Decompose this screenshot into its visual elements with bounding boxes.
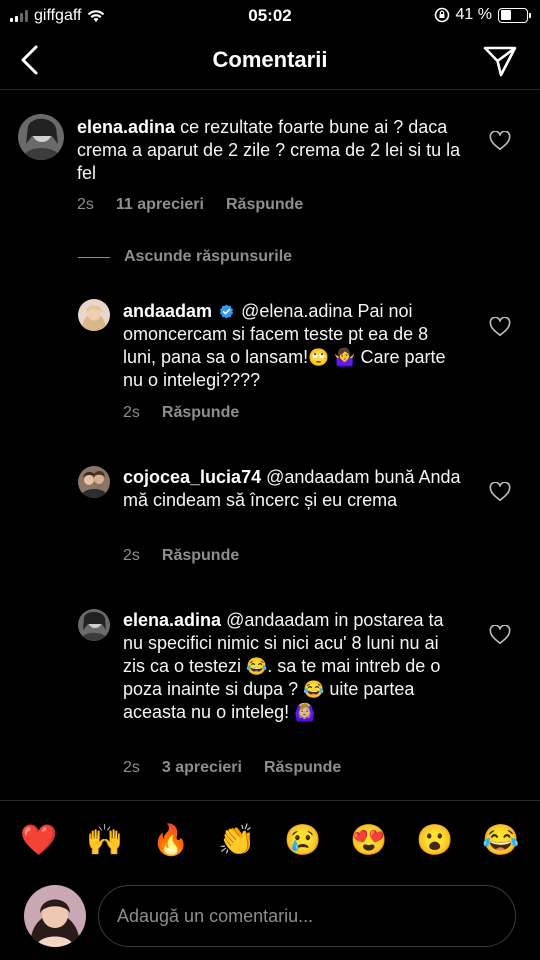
avatar[interactable] [78, 466, 110, 498]
quick-emoji-bar: ❤️ 🙌 🔥 👏 😢 😍 😮 😂 [0, 818, 540, 864]
reply-time: 2s [123, 404, 140, 421]
reply-text: elena.adina @andaadam in postarea ta nu … [123, 609, 463, 724]
reply-text: andaadam @elena.adina Pai noi omoncercam… [123, 300, 463, 392]
crying-face-emoji-button[interactable]: 😢 [280, 818, 326, 864]
battery-percent: 41 % [455, 6, 492, 23]
avatar[interactable] [78, 609, 110, 641]
comment-time: 2s [77, 196, 94, 213]
verified-badge-icon [219, 304, 234, 319]
face-with-tears-of-joy-emoji: 😂 [246, 657, 268, 676]
comment-likes[interactable]: 11 aprecieri [116, 196, 204, 214]
heart-outline-icon[interactable] [489, 625, 511, 645]
reply-button[interactable]: Răspunde [162, 547, 239, 565]
reply-meta: 2s Răspunde [123, 547, 239, 565]
heart-eyes-emoji-button[interactable]: 😍 [346, 818, 392, 864]
hide-replies-label: Ascunde răspunsurile [124, 248, 293, 265]
avatar[interactable] [78, 299, 110, 331]
woman-shrugging-emoji: 🤷‍♀️ [334, 348, 356, 367]
reply-text: cojocea_lucia74 @andaadam bună Anda mă c… [123, 466, 463, 512]
face-with-tears-of-joy-emoji: 😂 [303, 680, 325, 699]
open-mouth-emoji-button[interactable]: 😮 [412, 818, 458, 864]
avatar-photo [18, 114, 64, 160]
avatar-photo [24, 885, 86, 947]
tears-of-joy-emoji-button[interactable]: 😂 [478, 818, 524, 864]
battery-fill [500, 10, 511, 20]
comment-input[interactable] [98, 885, 516, 947]
avatar-photo [78, 609, 110, 641]
raising-hands-emoji-button[interactable]: 🙌 [82, 818, 128, 864]
divider-line [78, 256, 110, 258]
reply-likes[interactable]: 3 aprecieri [162, 759, 242, 777]
paper-plane-icon[interactable] [482, 44, 518, 78]
comment-meta: 2s 11 aprecieri Răspunde [77, 196, 303, 214]
battery-icon [498, 7, 531, 23]
clapping-hands-emoji-button[interactable]: 👏 [214, 818, 260, 864]
red-heart-emoji-button[interactable]: ❤️ [16, 818, 62, 864]
divider [0, 800, 540, 801]
heart-outline-icon[interactable] [489, 131, 511, 151]
reply-username[interactable]: cojocea_lucia74 [123, 467, 261, 487]
avatar-photo [78, 299, 110, 331]
reply-meta: 2s 3 aprecieri Răspunde [123, 759, 341, 777]
reply-button[interactable]: Răspunde [162, 404, 239, 422]
heart-outline-icon[interactable] [489, 482, 511, 502]
reply-username[interactable]: elena.adina [123, 610, 221, 630]
hide-replies-toggle[interactable]: Ascunde răspunsurile [78, 248, 292, 266]
orientation-lock-icon [434, 7, 449, 23]
reply-time: 2s [123, 547, 140, 564]
reply-meta: 2s Răspunde [123, 404, 239, 422]
reply-button[interactable]: Răspunde [226, 196, 303, 214]
reply-username[interactable]: andaadam [123, 301, 212, 321]
page-title: Comentarii [212, 47, 328, 72]
comment-text: elena.adina ce rezultate foarte bune ai … [77, 116, 477, 185]
avatar[interactable] [18, 114, 64, 160]
fire-emoji-button[interactable]: 🔥 [148, 818, 194, 864]
reply-mention[interactable]: @andaadam [266, 467, 369, 487]
comments-list[interactable]: elena.adina ce rezultate foarte bune ai … [0, 90, 540, 800]
header: Comentarii [0, 32, 540, 90]
reply-mention[interactable]: @elena.adina [241, 301, 352, 321]
reply-time: 2s [123, 759, 140, 776]
person-gesturing-ok-emoji: 🙆🏼‍♀️ [294, 703, 316, 722]
comment-username[interactable]: elena.adina [77, 117, 175, 137]
reply-button[interactable]: Răspunde [264, 759, 341, 777]
face-with-rolling-eyes-emoji: 🙄 [308, 348, 330, 367]
status-bar: giffgaff 05:02 41 % [0, 0, 540, 32]
my-avatar[interactable] [24, 885, 86, 947]
status-right: 41 % [434, 6, 531, 24]
heart-outline-icon[interactable] [489, 317, 511, 337]
avatar-photo [78, 466, 110, 498]
reply-mention[interactable]: @andaadam [226, 610, 329, 630]
